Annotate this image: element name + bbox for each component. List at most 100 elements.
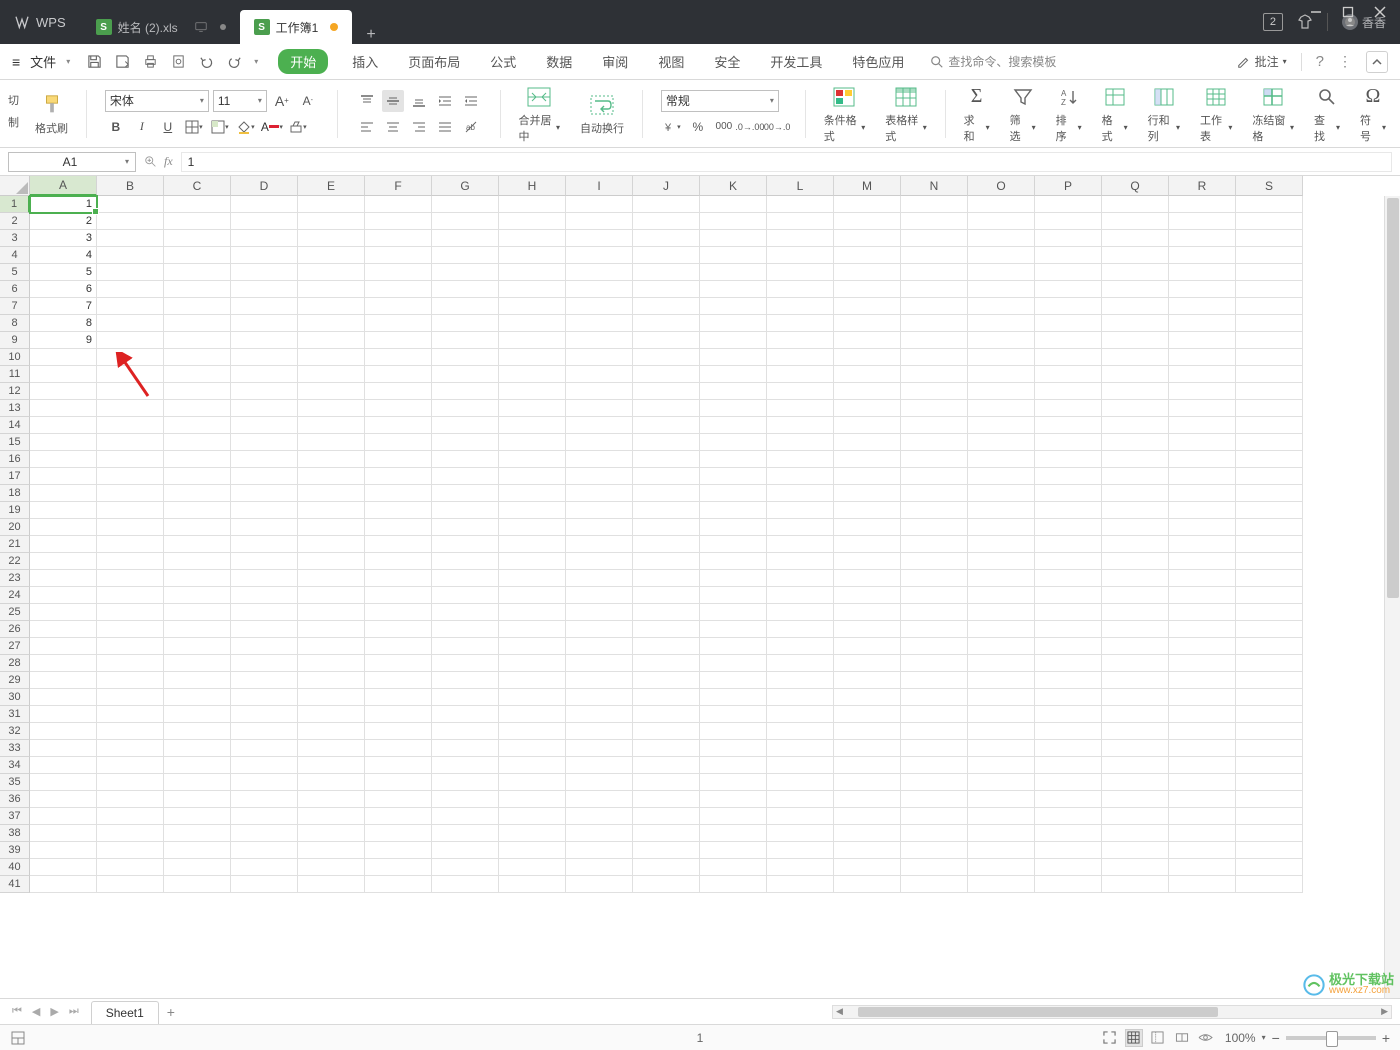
fx-label[interactable]: fx xyxy=(164,154,173,169)
cell[interactable] xyxy=(164,468,231,485)
cell[interactable] xyxy=(432,791,499,808)
cell[interactable] xyxy=(901,553,968,570)
cell[interactable] xyxy=(298,400,365,417)
cell[interactable] xyxy=(834,247,901,264)
row-header[interactable]: 34 xyxy=(0,757,30,774)
cell[interactable] xyxy=(633,723,700,740)
cell[interactable] xyxy=(164,553,231,570)
sort-group[interactable]: AZ 排序▾ xyxy=(1050,80,1088,147)
cell[interactable] xyxy=(365,655,432,672)
cell[interactable] xyxy=(767,400,834,417)
cell[interactable] xyxy=(566,264,633,281)
cell[interactable] xyxy=(767,383,834,400)
cell[interactable] xyxy=(365,434,432,451)
cell[interactable] xyxy=(164,638,231,655)
cell[interactable] xyxy=(432,604,499,621)
cell[interactable] xyxy=(499,315,566,332)
cell[interactable] xyxy=(1035,808,1102,825)
cell[interactable] xyxy=(767,638,834,655)
cell[interactable] xyxy=(767,434,834,451)
cell[interactable] xyxy=(231,247,298,264)
cell[interactable] xyxy=(1169,706,1236,723)
cell[interactable] xyxy=(633,213,700,230)
cell[interactable] xyxy=(97,757,164,774)
cell[interactable] xyxy=(566,400,633,417)
cell[interactable] xyxy=(767,332,834,349)
cell[interactable] xyxy=(901,315,968,332)
cell[interactable] xyxy=(767,298,834,315)
cell[interactable] xyxy=(901,621,968,638)
horizontal-scrollbar[interactable]: ◀ ▶ xyxy=(832,1005,1392,1019)
cell[interactable] xyxy=(432,434,499,451)
cell[interactable] xyxy=(566,587,633,604)
cell[interactable] xyxy=(1102,519,1169,536)
cell[interactable] xyxy=(1169,570,1236,587)
cell[interactable] xyxy=(499,349,566,366)
cell[interactable] xyxy=(767,247,834,264)
cell[interactable] xyxy=(633,570,700,587)
tab-insert[interactable]: 插入 xyxy=(346,48,384,75)
cell[interactable] xyxy=(499,451,566,468)
cell[interactable] xyxy=(164,349,231,366)
cell[interactable] xyxy=(1169,553,1236,570)
cell[interactable] xyxy=(1102,298,1169,315)
tab-view[interactable]: 视图 xyxy=(652,48,690,75)
row-header[interactable]: 31 xyxy=(0,706,30,723)
more-icon[interactable]: ⋮ xyxy=(1338,53,1352,70)
cell[interactable] xyxy=(834,621,901,638)
cell[interactable] xyxy=(901,230,968,247)
cell[interactable] xyxy=(1035,451,1102,468)
cell[interactable] xyxy=(566,468,633,485)
cell[interactable] xyxy=(1102,876,1169,893)
cell[interactable] xyxy=(164,502,231,519)
cell[interactable] xyxy=(298,876,365,893)
cell[interactable] xyxy=(1236,604,1303,621)
cell[interactable] xyxy=(1236,400,1303,417)
cell[interactable] xyxy=(499,519,566,536)
row-header[interactable]: 38 xyxy=(0,825,30,842)
cell[interactable] xyxy=(1169,196,1236,213)
cell[interactable] xyxy=(700,791,767,808)
cell[interactable] xyxy=(231,570,298,587)
cell[interactable] xyxy=(365,706,432,723)
cell[interactable] xyxy=(1035,621,1102,638)
cell[interactable]: 9 xyxy=(30,332,97,349)
cell[interactable] xyxy=(499,213,566,230)
cell[interactable] xyxy=(298,774,365,791)
row-header[interactable]: 6 xyxy=(0,281,30,298)
bold-icon[interactable]: B xyxy=(105,116,127,138)
cell[interactable] xyxy=(1169,468,1236,485)
cell[interactable] xyxy=(834,689,901,706)
cell[interactable] xyxy=(901,740,968,757)
cell[interactable] xyxy=(231,298,298,315)
cell[interactable] xyxy=(1035,536,1102,553)
cell[interactable] xyxy=(97,315,164,332)
cell[interactable] xyxy=(1102,383,1169,400)
cell[interactable] xyxy=(97,298,164,315)
cell[interactable] xyxy=(1236,196,1303,213)
cell[interactable] xyxy=(432,213,499,230)
cell[interactable] xyxy=(968,808,1035,825)
cell[interactable] xyxy=(901,298,968,315)
cell[interactable] xyxy=(1236,638,1303,655)
cell[interactable] xyxy=(164,808,231,825)
cell[interactable] xyxy=(231,349,298,366)
cell[interactable] xyxy=(968,791,1035,808)
cell[interactable] xyxy=(365,876,432,893)
cell[interactable] xyxy=(499,247,566,264)
cell[interactable] xyxy=(499,281,566,298)
cell[interactable] xyxy=(30,638,97,655)
cell[interactable] xyxy=(901,672,968,689)
cell[interactable] xyxy=(30,417,97,434)
cell[interactable] xyxy=(499,587,566,604)
vertical-scrollbar[interactable] xyxy=(1384,196,1400,998)
cell[interactable] xyxy=(834,502,901,519)
cell[interactable] xyxy=(767,570,834,587)
row-header[interactable]: 24 xyxy=(0,587,30,604)
cell[interactable] xyxy=(700,876,767,893)
cell[interactable] xyxy=(164,230,231,247)
cell[interactable] xyxy=(566,740,633,757)
cell[interactable] xyxy=(1236,672,1303,689)
cell[interactable] xyxy=(298,383,365,400)
cell[interactable] xyxy=(834,536,901,553)
